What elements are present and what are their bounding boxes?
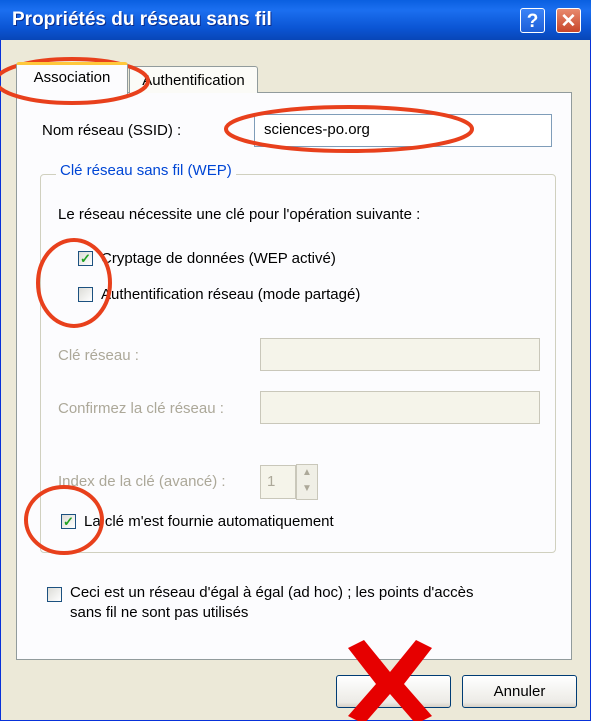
- wep-group-legend: Clé réseau sans fil (WEP): [56, 162, 236, 179]
- key-index-input[interactable]: 1: [260, 465, 296, 499]
- auto-key-label[interactable]: La clé m'est fournie automatiquement: [84, 513, 334, 530]
- network-key-label: Clé réseau :: [58, 347, 139, 364]
- close-button[interactable]: ✕: [556, 8, 581, 33]
- key-index-value: 1: [267, 473, 276, 490]
- adhoc-label-line1[interactable]: Ceci est un réseau d'égal à égal (ad hoc…: [70, 584, 473, 601]
- tab-association[interactable]: Association: [16, 62, 128, 94]
- wep-intro-text: Le réseau nécessite une clé pour l'opéra…: [58, 206, 421, 223]
- key-index-label: Index de la clé (avancé) :: [58, 473, 226, 490]
- shared-auth-label[interactable]: Authentification réseau (mode partagé): [101, 286, 360, 303]
- ok-button[interactable]: [336, 675, 451, 708]
- adhoc-checkbox[interactable]: [47, 587, 62, 602]
- tab-authentification[interactable]: Authentification: [129, 66, 258, 93]
- ssid-label: Nom réseau (SSID) :: [42, 122, 182, 139]
- shared-auth-checkbox[interactable]: [78, 287, 93, 302]
- window-title: Propriétés du réseau sans fil: [12, 9, 272, 30]
- help-button[interactable]: ?: [520, 8, 545, 33]
- auto-key-checkbox[interactable]: ✓: [61, 514, 76, 529]
- spin-down-icon[interactable]: ▼: [297, 481, 317, 497]
- network-key-input[interactable]: [260, 338, 540, 371]
- adhoc-label-line2[interactable]: sans fil ne sont pas utilisés: [70, 604, 248, 621]
- encryption-label[interactable]: Cryptage de données (WEP activé): [101, 250, 336, 267]
- spin-up-icon[interactable]: ▲: [297, 465, 317, 481]
- key-index-spinner[interactable]: ▲ ▼: [296, 464, 318, 500]
- ssid-input[interactable]: sciences-po.org: [254, 114, 552, 147]
- cancel-button[interactable]: Annuler: [462, 675, 577, 708]
- confirm-key-label: Confirmez la clé réseau :: [58, 400, 224, 417]
- title-bar[interactable]: Propriétés du réseau sans fil ? ✕: [0, 0, 591, 40]
- confirm-key-input[interactable]: [260, 391, 540, 424]
- encryption-checkbox[interactable]: ✓: [78, 251, 93, 266]
- ssid-value: sciences-po.org: [264, 121, 370, 138]
